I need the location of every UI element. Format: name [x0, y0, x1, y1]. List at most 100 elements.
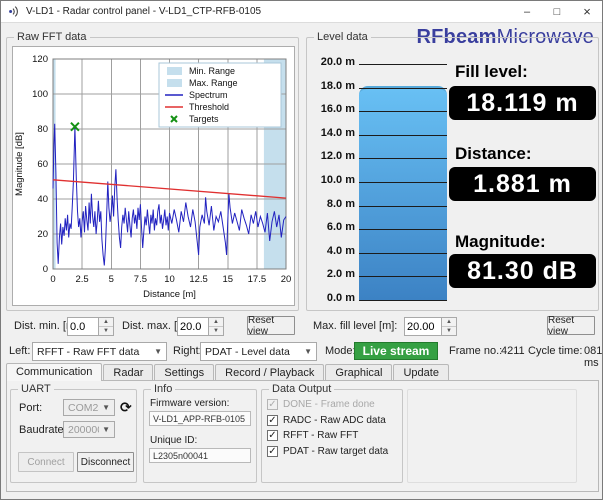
info-group-title: Info	[151, 383, 176, 395]
legend-label: Min. Range	[189, 66, 235, 76]
gauge-tick-line	[359, 229, 447, 231]
y-tick-label: 100	[32, 89, 48, 100]
data-output-group-title: Data Output	[269, 383, 335, 395]
gauge-tick-label: 0.0 m	[326, 292, 355, 304]
dist-max-input[interactable]	[177, 317, 209, 336]
max-fill-level-label: Max. fill level [m]:	[313, 320, 398, 332]
spin-down-icon[interactable]: ▼	[442, 327, 456, 335]
left-display-select[interactable]: RFFT - Raw FFT data ▼	[32, 342, 167, 361]
refresh-ports-icon[interactable]: ⟳	[120, 400, 132, 414]
tab-update[interactable]: Update	[393, 364, 449, 381]
dist-min-stepper[interactable]: ▲▼	[67, 317, 114, 336]
x-tick-label: 17.5	[248, 274, 267, 285]
app-icon	[8, 5, 21, 18]
baudrate-select: 2000000 ▼	[63, 421, 115, 438]
port-label: Port:	[19, 402, 43, 414]
max-fill-spin-buttons[interactable]: ▲ ▼	[442, 317, 457, 336]
gauge-tick-line	[359, 134, 447, 136]
y-tick-label: 20	[37, 229, 48, 240]
fft-chart[interactable]: 0 2.5 5 7.5 10 12.5 15 17.5 20 0 20 40 60 80 100 120 Dis…	[12, 46, 295, 306]
spin-down-icon[interactable]: ▼	[99, 327, 113, 335]
chevron-down-icon: ▼	[102, 425, 110, 434]
tab-record-playback[interactable]: Record / Playback	[215, 364, 325, 381]
gauge-tick-label: 4.0 m	[326, 244, 355, 257]
gauge-tick-label: 6.0 m	[326, 221, 355, 234]
raw-fft-group: Raw FFT data 0 2.5 5 7.5 10 12.5 15 17.5 20 0 20 40…	[6, 31, 299, 311]
spin-down-icon[interactable]: ▼	[209, 327, 223, 335]
max-fill-input[interactable]	[404, 317, 442, 336]
x-tick-label: 2.5	[75, 274, 88, 285]
checkbox-label: PDAT - Raw target data	[283, 445, 389, 457]
right-display-select[interactable]: PDAT - Level data ▼	[200, 342, 317, 361]
gauge-tick-label: 2.0 m	[326, 268, 355, 281]
x-tick-label: 0	[50, 274, 55, 285]
y-tick-label: 40	[37, 194, 48, 205]
cycle-time-label: Cycle time:	[528, 345, 583, 357]
x-tick-label: 5	[109, 274, 114, 285]
checkbox-icon[interactable]: ✓	[267, 414, 278, 426]
firmware-version-label: Firmware version:	[150, 398, 230, 409]
distance-value: 1.881 m	[449, 167, 596, 201]
checkbox-icon: ✓	[267, 399, 278, 411]
data-output-row: ✓ PDAT - Raw target data	[267, 444, 401, 460]
data-output-row: ✓ RFFT - Raw FFT	[267, 428, 401, 444]
frame-no-value: 4211	[501, 345, 525, 357]
dist-max-stepper[interactable]: ▲▼	[177, 317, 224, 336]
tab-graphical[interactable]: Graphical	[325, 364, 393, 381]
spin-up-icon[interactable]: ▲	[209, 318, 223, 327]
close-icon[interactable]: ×	[572, 1, 602, 22]
y-tick-label: 120	[32, 54, 48, 65]
y-tick-label: 80	[37, 124, 48, 135]
baudrate-value: 2000000	[68, 423, 99, 436]
spin-up-icon[interactable]: ▲	[442, 318, 456, 327]
magnitude-label: Magnitude:	[455, 232, 546, 251]
max-fill-stepper[interactable]: ▲▼	[404, 317, 457, 336]
dist-min-spin-buttons[interactable]: ▲ ▼	[99, 317, 114, 336]
frame-no-label: Frame no.:	[449, 345, 503, 357]
checkbox-icon[interactable]: ✓	[267, 445, 278, 457]
baudrate-label: Baudrate:	[19, 424, 67, 436]
fft-chart-svg[interactable]: 0 2.5 5 7.5 10 12.5 15 17.5 20 0 20 40 60 80 100 120 Dis…	[13, 47, 294, 305]
gauge-tick-label: 8.0 m	[326, 197, 355, 210]
tab-settings[interactable]: Settings	[154, 364, 215, 381]
disconnect-button[interactable]: Disconnect	[77, 452, 134, 472]
legend-label: Spectrum	[189, 90, 228, 100]
tab-radar[interactable]: Radar	[103, 364, 154, 381]
dist-max-spin-buttons[interactable]: ▲ ▼	[209, 317, 224, 336]
data-output-checkbox-list: ✓ DONE - Frame done ✓ RADC - Raw ADC data ✓ R…	[267, 397, 401, 459]
tab-communication[interactable]: Communication	[6, 363, 103, 381]
checkbox-icon[interactable]: ✓	[267, 430, 278, 442]
gauge-tick-label: 20.0 m	[320, 56, 355, 68]
level-reset-view-button[interactable]: Reset view	[547, 315, 595, 337]
dist-min-input[interactable]	[67, 317, 99, 336]
checkbox-label: RADC - Raw ADC data	[283, 414, 386, 426]
gauge-tick-label: 18.0 m	[320, 79, 355, 92]
empty-panel	[407, 389, 577, 483]
fft-reset-view-button[interactable]: Reset view	[247, 315, 295, 337]
fill-level-value: 18.119 m	[449, 86, 596, 120]
fill-level-gauge: 20.0 m 18.0 m 16.0 m 14.0 m 12.0 m 10.0 m 8.0 …	[311, 56, 453, 310]
checkbox-label: DONE - Frame done	[283, 399, 375, 411]
legend-label: Max. Range	[189, 78, 238, 88]
chevron-down-icon: ▼	[304, 347, 312, 356]
app-window: V-LD1 - Radar control panel - V-LD1_CTP-…	[0, 0, 603, 500]
gauge-tick-line	[359, 64, 447, 65]
title-bar: V-LD1 - Radar control panel - V-LD1_CTP-…	[1, 1, 602, 23]
y-tick-label: 60	[37, 159, 48, 170]
chevron-down-icon: ▼	[102, 403, 110, 412]
gauge-tick-line	[359, 111, 447, 113]
connect-button: Connect	[18, 452, 74, 472]
gauge-tick-line	[359, 87, 447, 89]
gauge-tick-line	[359, 252, 447, 254]
maximize-icon[interactable]: □	[542, 1, 572, 22]
chevron-down-icon: ▼	[154, 347, 162, 356]
spin-up-icon[interactable]: ▲	[99, 318, 113, 327]
cycle-time-value: 081 ms	[584, 345, 603, 369]
minimize-icon[interactable]: –	[512, 1, 542, 22]
port-value: COM23	[68, 401, 99, 414]
gauge-tick-line	[359, 182, 447, 183]
x-tick-label: 15	[223, 274, 234, 285]
data-output-row: ✓ DONE - Frame done	[267, 397, 401, 413]
magnitude-value: 81.30 dB	[449, 254, 596, 288]
x-tick-label: 20	[281, 274, 292, 285]
